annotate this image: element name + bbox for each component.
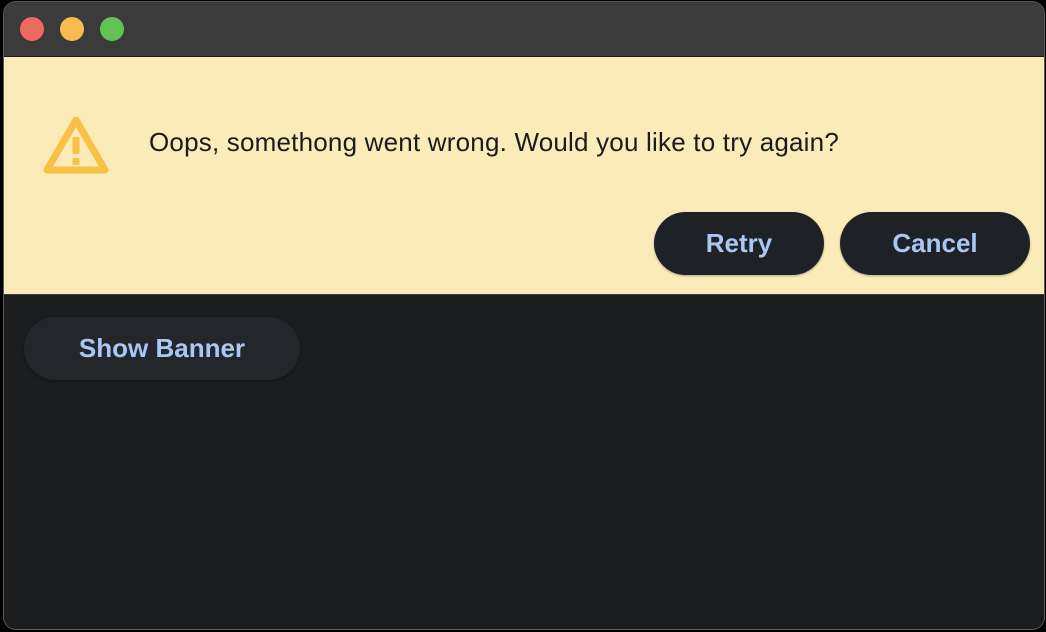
- retry-button[interactable]: Retry: [654, 212, 824, 275]
- minimize-window-button[interactable]: [60, 17, 84, 41]
- main-content: Show Banner: [4, 295, 1044, 629]
- title-bar[interactable]: [4, 2, 1044, 57]
- cancel-button[interactable]: Cancel: [840, 212, 1030, 275]
- show-banner-button[interactable]: Show Banner: [24, 317, 300, 380]
- error-banner: Oops, somethong went wrong. Would you li…: [4, 57, 1044, 295]
- banner-message: Oops, somethong went wrong. Would you li…: [149, 127, 839, 157]
- maximize-window-button[interactable]: [100, 17, 124, 41]
- app-window: Oops, somethong went wrong. Would you li…: [4, 2, 1044, 629]
- warning-triangle-icon: [43, 116, 109, 174]
- close-window-button[interactable]: [20, 17, 44, 41]
